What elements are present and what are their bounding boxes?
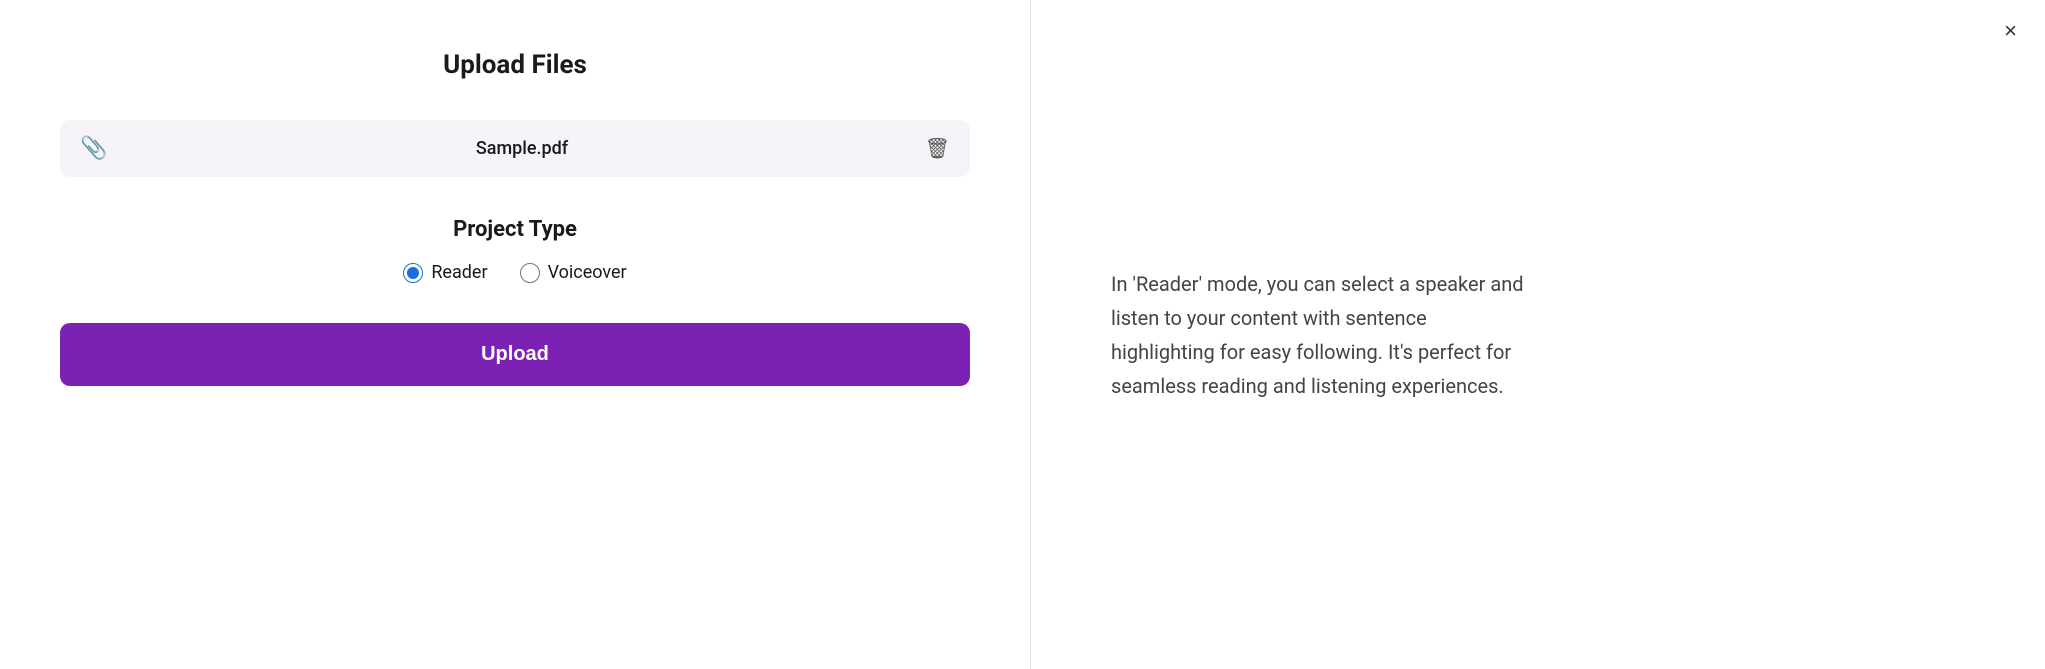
- project-type-title: Project Type: [453, 217, 577, 242]
- right-panel: × In 'Reader' mode, you can select a spe…: [1031, 0, 2045, 669]
- paperclip-icon: 📎: [80, 136, 107, 161]
- file-input-row: 📎 Sample.pdf 🗑: [60, 120, 970, 177]
- voiceover-label: Voiceover: [548, 262, 627, 283]
- upload-title: Upload Files: [443, 50, 587, 80]
- project-type-section: Project Type Reader Voiceover: [40, 217, 990, 283]
- description-text: In 'Reader' mode, you can select a speak…: [1111, 267, 1531, 403]
- voiceover-radio-label[interactable]: Voiceover: [520, 262, 627, 283]
- radio-group: Reader Voiceover: [403, 262, 626, 283]
- delete-file-button[interactable]: 🗑: [925, 136, 950, 161]
- file-name: Sample.pdf: [119, 138, 924, 159]
- reader-radio-input[interactable]: [403, 263, 423, 283]
- close-button[interactable]: ×: [2004, 20, 2017, 42]
- upload-button[interactable]: Upload: [60, 323, 970, 386]
- reader-label: Reader: [431, 262, 487, 283]
- reader-radio-label[interactable]: Reader: [403, 262, 487, 283]
- voiceover-radio-input[interactable]: [520, 263, 540, 283]
- left-panel: Upload Files 📎 Sample.pdf 🗑 Project Type…: [0, 0, 1030, 669]
